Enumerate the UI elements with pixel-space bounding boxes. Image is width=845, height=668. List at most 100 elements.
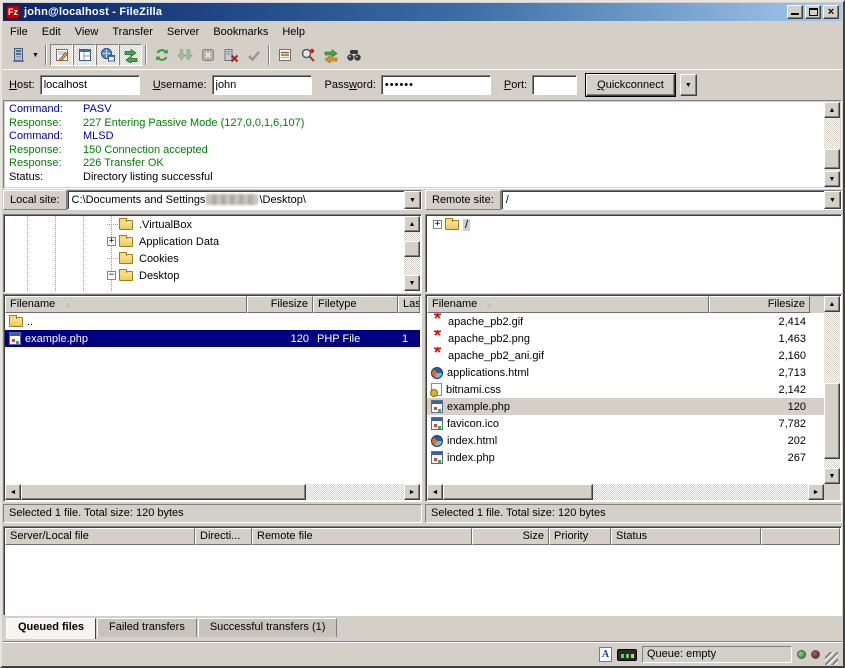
toggle-message-log-button[interactable] (50, 44, 73, 66)
remote-hscrollbar-thumb[interactable] (443, 484, 593, 500)
log-scroll-down-button[interactable]: ▼ (824, 171, 840, 187)
tab-successful-transfers-1-[interactable]: Successful transfers (1) (198, 618, 338, 637)
file-row-favicon-ico[interactable]: favicon.ico7,782 (427, 415, 824, 432)
close-button[interactable]: × (823, 5, 839, 19)
process-queue-button[interactable] (173, 44, 196, 66)
title-bar[interactable]: Fz john@localhost - FileZilla × (3, 3, 842, 21)
file-cell-size: 120 (709, 398, 810, 415)
toggle-transfer-queue-button[interactable] (119, 44, 142, 66)
resize-grip[interactable] (825, 652, 838, 665)
file-cell-text: 7,782 (778, 418, 806, 430)
tree-expander-plus-icon[interactable]: + (433, 220, 442, 229)
tree-item-cookies[interactable]: Cookies (5, 250, 404, 267)
site-manager-dropdown-button[interactable]: ▼ (29, 44, 42, 66)
local-path-combo[interactable]: C:\Documents and Settings\Desktop\ ▼ (67, 190, 422, 210)
menu-item-edit[interactable]: Edit (35, 24, 68, 40)
menu-item-view[interactable]: View (68, 24, 106, 40)
menu-item-transfer[interactable]: Transfer (105, 24, 160, 40)
tree-item-label: Application Data (137, 236, 221, 248)
queue-column-priority[interactable]: Priority (549, 528, 611, 545)
quickconnect-button[interactable]: Quickconnect (586, 74, 675, 96)
remote-scroll-left-button[interactable]: ◄ (427, 484, 443, 500)
local-path-dropdown-button[interactable]: ▼ (404, 191, 421, 209)
tree-item-application-data[interactable]: + Application Data (5, 233, 404, 250)
tab-failed-transfers[interactable]: Failed transfers (97, 618, 197, 637)
queue-column-size[interactable]: Size (472, 528, 549, 545)
file-row-apache-pb2-ani-gif[interactable]: *apache_pb2_ani.gif2,160 (427, 347, 824, 364)
log-scrollbar-thumb[interactable] (824, 149, 840, 169)
refresh-button[interactable] (150, 44, 173, 66)
column-header-filename[interactable]: Filename▵ (5, 296, 247, 313)
tree-item--virtualbox[interactable]: .VirtualBox (5, 216, 404, 233)
column-header-filesize[interactable]: Filesize (709, 296, 810, 313)
file-cell-text: apache_pb2.gif (448, 316, 523, 328)
tree-item--[interactable]: +/ (427, 216, 840, 233)
file-row-apache-pb2-gif[interactable]: *apache_pb2.gif2,414 (427, 313, 824, 330)
file-row-example-php[interactable]: example.php120PHP File1 (5, 330, 420, 347)
remote-list-header: Filename▵Filesize (427, 296, 824, 313)
log-line: Response:226 Transfer OK (5, 157, 824, 171)
password-input[interactable] (381, 75, 491, 95)
file-row-example-php[interactable]: example.php120 (427, 398, 824, 415)
file-row-index-html[interactable]: index.html202 (427, 432, 824, 449)
local-scroll-left-button[interactable]: ◄ (5, 484, 21, 500)
queue-column-remote-file[interactable]: Remote file (252, 528, 472, 545)
file-row-applications-html[interactable]: applications.html2,713 (427, 364, 824, 381)
directory-comparison-button[interactable] (296, 44, 319, 66)
menu-item-help[interactable]: Help (275, 24, 312, 40)
synchronized-browsing-button[interactable] (319, 44, 342, 66)
remote-scroll-up-button[interactable]: ▲ (824, 296, 840, 312)
host-input[interactable] (40, 75, 140, 95)
remote-scroll-right-button[interactable]: ► (808, 484, 824, 500)
file-cell-text: 1 (402, 333, 408, 345)
quickconnect-bar: Host: Username: Password: Port: Quickcon… (3, 69, 842, 100)
remote-path-combo[interactable]: / ▼ (501, 190, 842, 210)
app-icon[interactable]: Fz (6, 5, 20, 19)
local-scroll-right-button[interactable]: ► (404, 484, 420, 500)
tab-queued-files[interactable]: Queued files (6, 618, 96, 639)
remote-path-dropdown-button[interactable]: ▼ (824, 191, 841, 209)
column-header-filesize[interactable]: Filesize (247, 296, 313, 313)
maximize-button[interactable] (805, 5, 821, 19)
queue-column-server-local-file[interactable]: Server/Local file (5, 528, 195, 545)
directory-filter-button[interactable] (273, 44, 296, 66)
menu-item-file[interactable]: File (3, 24, 35, 40)
ico-file-icon (431, 417, 443, 430)
menu-item-bookmarks[interactable]: Bookmarks (206, 24, 275, 40)
file-row-apache-pb2-png[interactable]: *apache_pb2.png1,463 (427, 330, 824, 347)
port-input[interactable] (532, 75, 577, 95)
file-cell-name: .. (5, 313, 247, 330)
remote-vscrollbar-thumb[interactable] (824, 383, 840, 459)
ascii-transfer-type-icon[interactable]: A (599, 647, 612, 662)
remote-scroll-down-button[interactable]: ▼ (824, 468, 840, 484)
speed-limit-icon[interactable] (617, 649, 637, 661)
disconnect-button[interactable] (219, 44, 242, 66)
toggle-local-tree-button[interactable] (73, 44, 96, 66)
find-files-button[interactable] (342, 44, 365, 66)
menu-item-server[interactable]: Server (160, 24, 206, 40)
local-tree-scrollbar-thumb[interactable] (404, 241, 420, 257)
local-hscrollbar-thumb[interactable] (21, 484, 306, 500)
username-input[interactable] (212, 75, 312, 95)
column-header-filename[interactable]: Filename▵ (427, 296, 709, 313)
tree-expander-minus-icon[interactable]: − (107, 271, 116, 280)
cancel-operation-icon (200, 47, 216, 63)
minimize-button[interactable] (787, 5, 803, 19)
local-tree-scroll-up-button[interactable]: ▲ (404, 216, 420, 232)
queue-column-status[interactable]: Status (611, 528, 761, 545)
file-row-index-php[interactable]: index.php267 (427, 449, 824, 466)
file-row-bitnami-css[interactable]: bitnami.css2,142 (427, 381, 824, 398)
tree-item-desktop[interactable]: −Desktop (5, 267, 404, 284)
site-manager-button[interactable] (6, 44, 29, 66)
column-header-filetype[interactable]: Filetype (313, 296, 398, 313)
log-line-text: MLSD (83, 130, 114, 144)
queue-column-spacer[interactable] (761, 528, 840, 545)
queue-column-directi-[interactable]: Directi... (195, 528, 252, 545)
log-scroll-up-button[interactable]: ▲ (824, 102, 840, 118)
quickconnect-dropdown-button[interactable]: ▼ (680, 74, 697, 96)
column-header-last-modified[interactable]: Last modified (398, 296, 420, 313)
toggle-remote-tree-button[interactable] (96, 44, 119, 66)
tree-expander-plus-icon[interactable]: + (107, 237, 116, 246)
local-tree-scroll-down-button[interactable]: ▼ (404, 275, 420, 291)
file-row--[interactable]: .. (5, 313, 420, 330)
